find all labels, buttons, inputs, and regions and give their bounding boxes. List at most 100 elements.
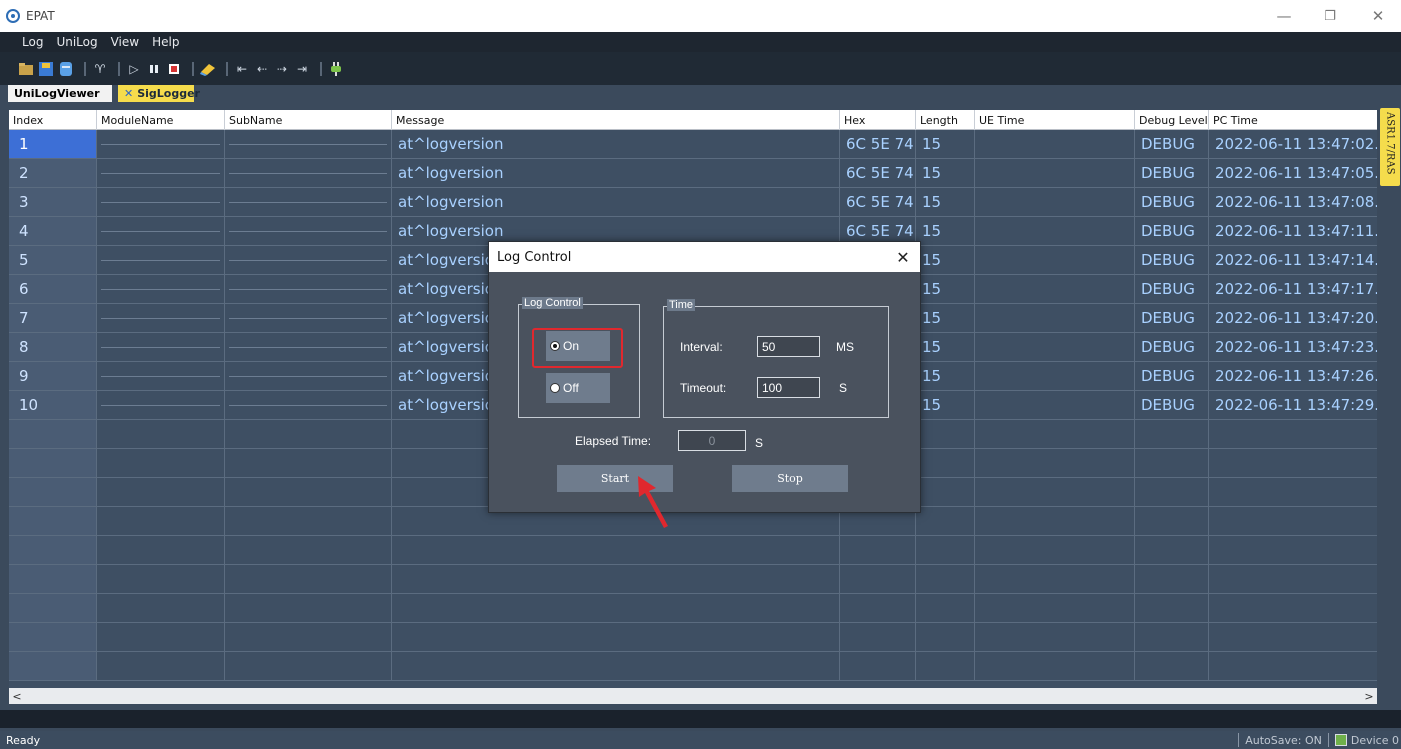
row-length[interactable] bbox=[916, 478, 975, 507]
row-debug-level[interactable]: DEBUG bbox=[1135, 217, 1209, 246]
row-module-name[interactable] bbox=[97, 159, 225, 188]
row-pc-time[interactable] bbox=[1209, 420, 1377, 449]
column-header-subname[interactable]: SubName bbox=[225, 110, 392, 130]
row-debug-level[interactable] bbox=[1135, 594, 1209, 623]
row-sub-name[interactable] bbox=[225, 362, 392, 391]
horizontal-scrollbar[interactable]: < > bbox=[9, 688, 1377, 704]
row-module-name[interactable] bbox=[97, 304, 225, 333]
row-length[interactable]: 15 bbox=[916, 333, 975, 362]
row-index[interactable]: 2 bbox=[9, 159, 97, 188]
row-length[interactable] bbox=[916, 565, 975, 594]
row-hex[interactable] bbox=[840, 565, 916, 594]
row-module-name[interactable] bbox=[97, 246, 225, 275]
row-pc-time[interactable] bbox=[1209, 623, 1377, 652]
row-message[interactable]: at^logversion bbox=[392, 188, 840, 217]
row-hex[interactable]: 6C 5E 74 bbox=[840, 188, 916, 217]
tab-siglogger[interactable]: ✕ SigLogger bbox=[118, 85, 200, 102]
row-index[interactable] bbox=[9, 507, 97, 536]
row-length[interactable] bbox=[916, 449, 975, 478]
row-hex[interactable] bbox=[840, 652, 916, 681]
row-pc-time[interactable]: 2022-06-11 13:47:05. bbox=[1209, 159, 1377, 188]
save-icon[interactable] bbox=[38, 61, 54, 77]
row-message[interactable]: at^logversion bbox=[392, 130, 840, 159]
row-hex[interactable]: 6C 5E 74 bbox=[840, 159, 916, 188]
row-sub-name[interactable] bbox=[225, 594, 392, 623]
menu-unilog[interactable]: UniLog bbox=[56, 35, 97, 49]
row-index[interactable] bbox=[9, 420, 97, 449]
minimize-button[interactable]: — bbox=[1264, 0, 1304, 32]
row-sub-name[interactable] bbox=[225, 449, 392, 478]
row-ue-time[interactable] bbox=[975, 594, 1135, 623]
row-ue-time[interactable] bbox=[975, 565, 1135, 594]
row-module-name[interactable] bbox=[97, 536, 225, 565]
row-debug-level[interactable] bbox=[1135, 565, 1209, 594]
row-length[interactable]: 15 bbox=[916, 304, 975, 333]
maximize-button[interactable]: ❐ bbox=[1310, 0, 1350, 32]
row-sub-name[interactable] bbox=[225, 391, 392, 420]
row-sub-name[interactable] bbox=[225, 507, 392, 536]
row-index[interactable]: 3 bbox=[9, 188, 97, 217]
row-ue-time[interactable] bbox=[975, 188, 1135, 217]
row-index[interactable] bbox=[9, 449, 97, 478]
row-ue-time[interactable] bbox=[975, 159, 1135, 188]
row-ue-time[interactable] bbox=[975, 449, 1135, 478]
row-pc-time[interactable]: 2022-06-11 13:47:17. bbox=[1209, 275, 1377, 304]
column-header-index[interactable]: Index bbox=[9, 110, 97, 130]
row-sub-name[interactable] bbox=[225, 275, 392, 304]
row-length[interactable]: 15 bbox=[916, 362, 975, 391]
stop-icon[interactable] bbox=[166, 61, 182, 77]
row-hex[interactable]: 6C 5E 74 bbox=[840, 130, 916, 159]
row-module-name[interactable] bbox=[97, 420, 225, 449]
row-ue-time[interactable] bbox=[975, 507, 1135, 536]
menu-help[interactable]: Help bbox=[152, 35, 179, 49]
row-message[interactable] bbox=[392, 594, 840, 623]
filter-icon[interactable]: ♈ bbox=[92, 61, 108, 77]
row-debug-level[interactable]: DEBUG bbox=[1135, 304, 1209, 333]
row-ue-time[interactable] bbox=[975, 362, 1135, 391]
row-debug-level[interactable] bbox=[1135, 623, 1209, 652]
row-pc-time[interactable] bbox=[1209, 507, 1377, 536]
tab-close-icon[interactable]: ✕ bbox=[124, 87, 133, 100]
row-ue-time[interactable] bbox=[975, 217, 1135, 246]
menu-view[interactable]: View bbox=[111, 35, 139, 49]
plugin-icon[interactable] bbox=[328, 61, 344, 77]
row-module-name[interactable] bbox=[97, 623, 225, 652]
row-sub-name[interactable] bbox=[225, 420, 392, 449]
row-module-name[interactable] bbox=[97, 507, 225, 536]
row-ue-time[interactable] bbox=[975, 623, 1135, 652]
row-debug-level[interactable] bbox=[1135, 420, 1209, 449]
row-ue-time[interactable] bbox=[975, 652, 1135, 681]
row-ue-time[interactable] bbox=[975, 304, 1135, 333]
scroll-right-icon[interactable]: > bbox=[1361, 688, 1377, 704]
row-sub-name[interactable] bbox=[225, 565, 392, 594]
row-ue-time[interactable] bbox=[975, 275, 1135, 304]
row-pc-time[interactable]: 2022-06-11 13:47:29. bbox=[1209, 391, 1377, 420]
row-index[interactable]: 10 bbox=[9, 391, 97, 420]
row-module-name[interactable] bbox=[97, 594, 225, 623]
row-index[interactable]: 8 bbox=[9, 333, 97, 362]
row-module-name[interactable] bbox=[97, 362, 225, 391]
row-debug-level[interactable]: DEBUG bbox=[1135, 188, 1209, 217]
pause-icon[interactable] bbox=[146, 61, 162, 77]
row-ue-time[interactable] bbox=[975, 130, 1135, 159]
side-tab-asr[interactable]: ASR1.7/RAS bbox=[1380, 108, 1400, 186]
dialog-close-button[interactable]: ✕ bbox=[892, 246, 914, 268]
row-debug-level[interactable] bbox=[1135, 507, 1209, 536]
play-icon[interactable]: ▷ bbox=[126, 61, 142, 77]
row-ue-time[interactable] bbox=[975, 420, 1135, 449]
column-header-pc-time[interactable]: PC Time bbox=[1209, 110, 1377, 130]
row-index[interactable] bbox=[9, 594, 97, 623]
row-message[interactable]: at^logversion bbox=[392, 159, 840, 188]
row-index[interactable]: 9 bbox=[9, 362, 97, 391]
tab-unilogviewer[interactable]: UniLogViewer bbox=[8, 85, 112, 102]
column-header-hex[interactable]: Hex bbox=[840, 110, 916, 130]
row-length[interactable]: 15 bbox=[916, 217, 975, 246]
database-icon[interactable] bbox=[58, 61, 74, 77]
row-sub-name[interactable] bbox=[225, 478, 392, 507]
row-index[interactable] bbox=[9, 536, 97, 565]
row-message[interactable] bbox=[392, 565, 840, 594]
row-length[interactable] bbox=[916, 623, 975, 652]
column-header-module[interactable]: ModuleName bbox=[97, 110, 225, 130]
row-module-name[interactable] bbox=[97, 333, 225, 362]
row-sub-name[interactable] bbox=[225, 159, 392, 188]
